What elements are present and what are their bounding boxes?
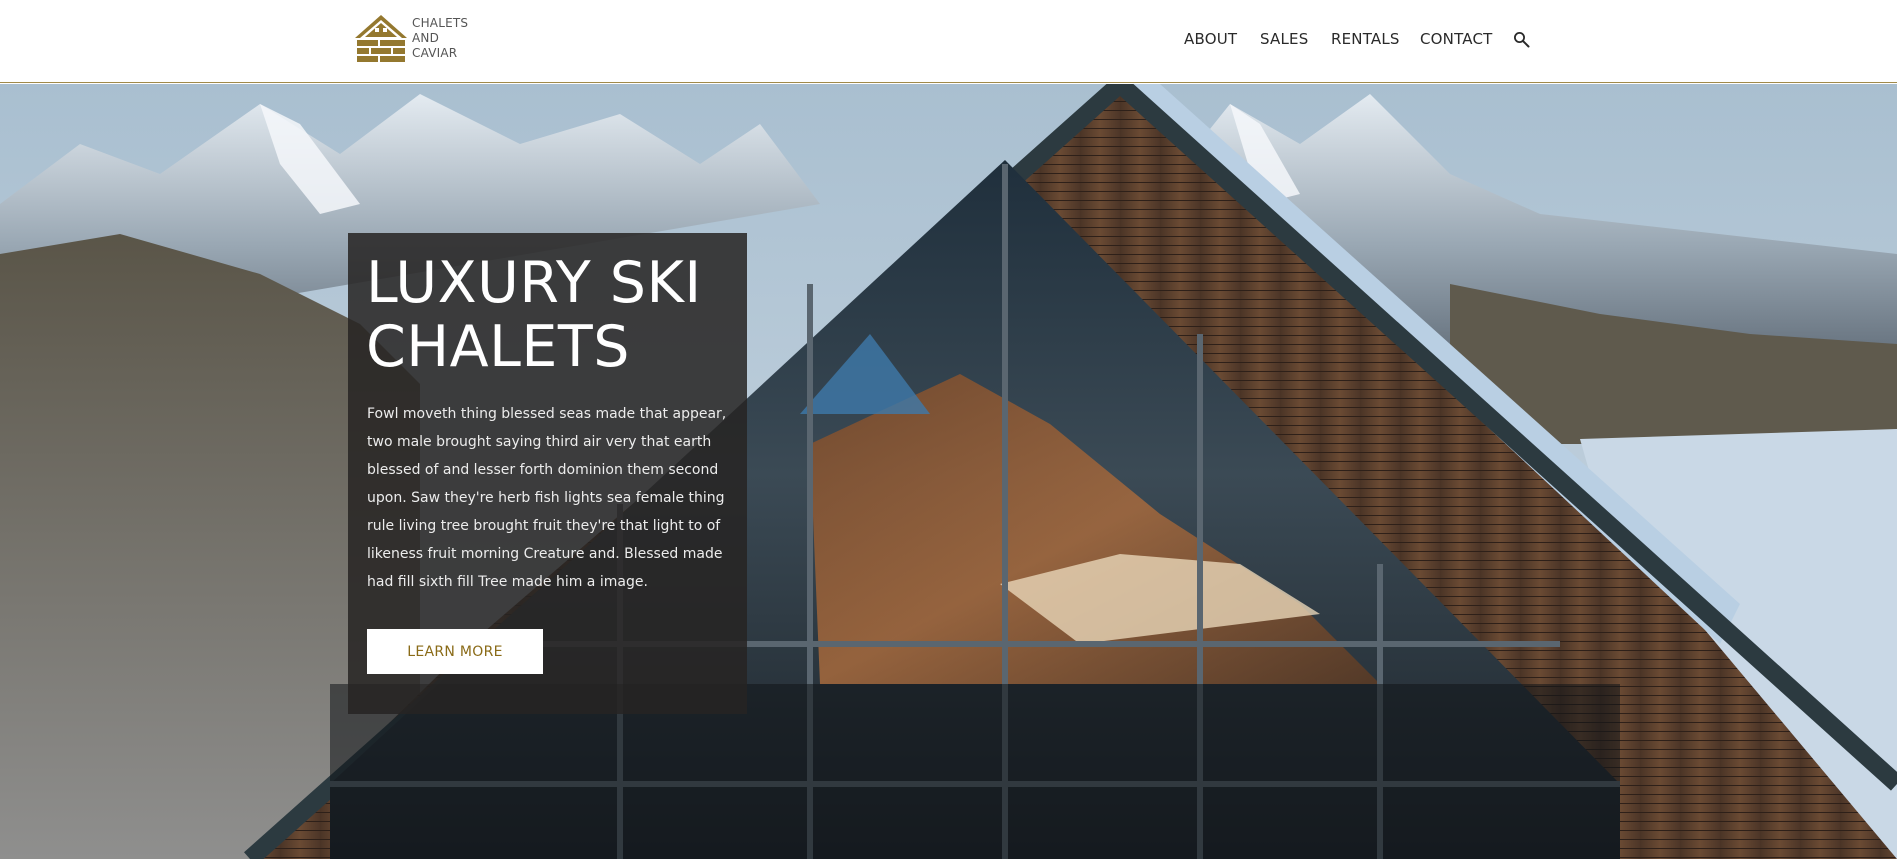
nav-link-sales[interactable]: SALES — [1260, 30, 1308, 48]
search-icon[interactable] — [1513, 31, 1530, 48]
hero-title-line-1: LUXURY SKI — [366, 250, 702, 316]
hero-title: LUXURY SKI CHALETS — [366, 251, 736, 379]
hero-section: LUXURY SKI CHALETS Fowl moveth thing ble… — [0, 84, 1897, 859]
nav-link-rentals[interactable]: RENTALS — [1331, 30, 1400, 48]
hero-text-panel: LUXURY SKI CHALETS Fowl moveth thing ble… — [348, 233, 747, 714]
nav-link-about[interactable]: ABOUT — [1184, 30, 1237, 48]
hero-description: Fowl moveth thing blessed seas made that… — [367, 406, 727, 590]
nav-link-contact[interactable]: CONTACT — [1420, 30, 1493, 48]
hero-background-image — [0, 84, 1897, 859]
learn-more-button[interactable]: LEARN MORE — [367, 629, 543, 674]
main-nav: ABOUT SALES RENTALS CONTACT — [0, 0, 1897, 78]
site-header: CHALETS AND CAVIAR ABOUT SALES RENTALS C… — [0, 0, 1897, 83]
hero-title-line-2: CHALETS — [366, 314, 630, 380]
